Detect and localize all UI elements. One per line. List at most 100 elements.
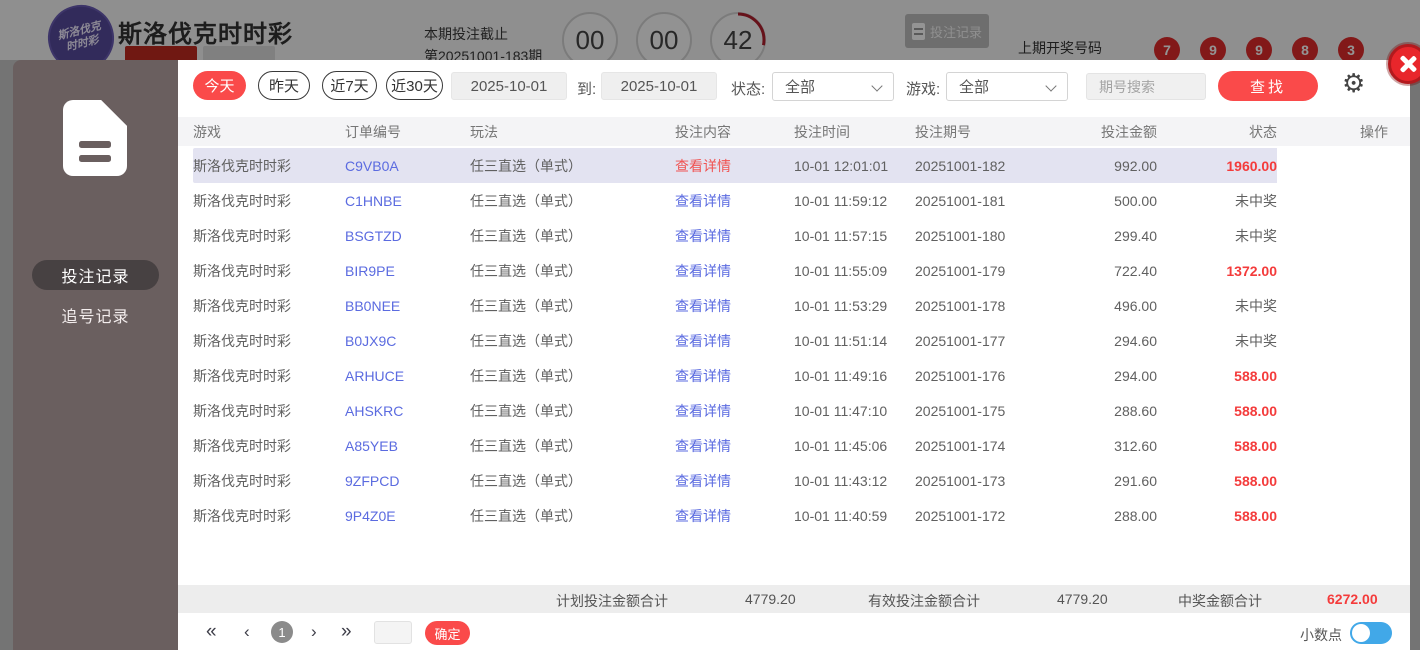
col-action: 操作 — [1360, 123, 1388, 140]
cell-order-link[interactable]: ARHUCE — [345, 368, 470, 384]
cell-order-link[interactable]: C9VB0A — [345, 158, 470, 174]
close-button[interactable] — [1388, 44, 1420, 84]
decimal-toggle-switch[interactable] — [1350, 622, 1392, 644]
view-details-link[interactable]: 查看详情 — [675, 506, 794, 526]
cell-game: 斯洛伐克时时彩 — [193, 262, 291, 279]
cell-status: 588.00 — [1234, 437, 1277, 454]
cell-issue: 20251001-179 — [915, 262, 1006, 279]
cell-status: 1372.00 — [1226, 262, 1277, 279]
sidebar-item-chase-records[interactable]: 追号记录 — [32, 300, 159, 330]
cell-status: 未中奖 — [1235, 297, 1277, 314]
cell-order-link[interactable]: BIR9PE — [345, 263, 470, 279]
view-details-link[interactable]: 查看详情 — [675, 331, 794, 351]
col-issue: 投注期号 — [915, 123, 971, 140]
chevron-down-icon — [871, 80, 883, 92]
date-to-input[interactable] — [601, 72, 717, 100]
table-row: 斯洛伐克时时彩 9ZFPCD 任三直选（单式） 查看详情 10-01 11:43… — [178, 463, 1410, 498]
game-filter-label: 游戏: — [906, 81, 941, 98]
view-details-link[interactable]: 查看详情 — [675, 401, 794, 421]
cell-amount: 299.40 — [1114, 227, 1157, 244]
cell-order-link[interactable]: AHSKRC — [345, 403, 470, 419]
cell-game: 斯洛伐克时时彩 — [193, 437, 291, 454]
pagination-first-button[interactable]: « — [206, 620, 217, 644]
cell-order-link[interactable]: BB0NEE — [345, 298, 470, 314]
modal-sidebar: 投注记录 追号记录 — [13, 60, 178, 650]
cell-issue: 20251001-174 — [915, 437, 1006, 454]
filter-today-button[interactable]: 今天 — [193, 71, 246, 100]
cell-game: 斯洛伐克时时彩 — [193, 367, 291, 384]
view-details-link[interactable]: 查看详情 — [675, 226, 794, 246]
pagination-prev-button[interactable]: ‹ — [244, 620, 250, 644]
view-details-link[interactable]: 查看详情 — [675, 366, 794, 386]
col-order: 订单编号 — [345, 123, 401, 140]
cell-time: 10-01 11:47:10 — [794, 402, 888, 419]
view-details-link[interactable]: 查看详情 — [675, 436, 794, 456]
view-details-link[interactable]: 查看详情 — [675, 156, 794, 176]
cell-play: 任三直选（单式） — [470, 262, 582, 279]
cell-play: 任三直选（单式） — [470, 157, 582, 174]
cell-time: 10-01 11:43:12 — [794, 472, 888, 489]
cell-order-link[interactable]: 9P4Z0E — [345, 508, 470, 524]
game-select[interactable]: 全部 — [946, 72, 1068, 101]
cell-time: 10-01 11:51:14 — [794, 332, 888, 349]
table-row: 斯洛伐克时时彩 C9VB0A 任三直选（单式） 查看详情 10-01 12:01… — [178, 148, 1410, 183]
cell-game: 斯洛伐克时时彩 — [193, 332, 291, 349]
cell-status: 588.00 — [1234, 367, 1277, 384]
cell-amount: 496.00 — [1114, 297, 1157, 314]
page-confirm-button[interactable]: 确定 — [425, 621, 470, 645]
col-game: 游戏 — [193, 123, 221, 140]
cell-order-link[interactable]: B0JX9C — [345, 333, 470, 349]
sidebar-item-bet-records[interactable]: 投注记录 — [32, 260, 159, 290]
cell-status: 588.00 — [1234, 402, 1277, 419]
table-row: 斯洛伐克时时彩 BSGTZD 任三直选（单式） 查看详情 10-01 11:57… — [178, 218, 1410, 253]
view-details-link[interactable]: 查看详情 — [675, 471, 794, 491]
table-row: 斯洛伐克时时彩 C1HNBE 任三直选（单式） 查看详情 10-01 11:59… — [178, 183, 1410, 218]
gear-icon[interactable]: ⚙ — [1342, 68, 1365, 98]
cell-game: 斯洛伐克时时彩 — [193, 472, 291, 489]
cell-order-link[interactable]: C1HNBE — [345, 193, 470, 209]
records-document-icon — [63, 100, 127, 176]
cell-time: 10-01 11:57:15 — [794, 227, 888, 244]
search-button[interactable]: 查找 — [1218, 71, 1318, 101]
filter-30days-button[interactable]: 近30天 — [386, 71, 443, 100]
view-details-link[interactable]: 查看详情 — [675, 296, 794, 316]
cell-time: 10-01 12:01:01 — [794, 157, 889, 174]
cell-time: 10-01 11:55:09 — [794, 262, 888, 279]
table-row: 斯洛伐克时时彩 B0JX9C 任三直选（单式） 查看详情 10-01 11:51… — [178, 323, 1410, 358]
pagination-next-button[interactable]: › — [311, 620, 317, 644]
cell-issue: 20251001-175 — [915, 402, 1006, 419]
pagination-current-page[interactable]: 1 — [271, 621, 293, 643]
status-filter-label: 状态: — [731, 81, 766, 98]
pagination-last-button[interactable]: » — [341, 620, 352, 644]
filter-7days-button[interactable]: 近7天 — [322, 71, 377, 100]
cell-game: 斯洛伐克时时彩 — [193, 297, 291, 314]
issue-search-input[interactable] — [1086, 73, 1206, 100]
cell-issue: 20251001-172 — [915, 507, 1006, 524]
status-select[interactable]: 全部 — [772, 72, 894, 101]
win-total-value: 6272.00 — [1327, 591, 1378, 607]
plan-total-value: 4779.20 — [745, 591, 796, 607]
table-row: 斯洛伐克时时彩 A85YEB 任三直选（单式） 查看详情 10-01 11:45… — [178, 428, 1410, 463]
cell-order-link[interactable]: A85YEB — [345, 438, 470, 454]
cell-amount: 288.00 — [1114, 507, 1157, 524]
cell-order-link[interactable]: 9ZFPCD — [345, 473, 470, 489]
cell-play: 任三直选（单式） — [470, 297, 582, 314]
cell-play: 任三直选（单式） — [470, 402, 582, 419]
cell-time: 10-01 11:53:29 — [794, 297, 888, 314]
view-details-link[interactable]: 查看详情 — [675, 261, 794, 281]
table-body: 斯洛伐克时时彩 C9VB0A 任三直选（单式） 查看详情 10-01 12:01… — [178, 148, 1410, 533]
valid-total-label: 有效投注金额合计 — [868, 593, 980, 609]
cell-status: 588.00 — [1234, 472, 1277, 489]
col-status: 状态 — [1249, 123, 1277, 140]
cell-order-link[interactable]: BSGTZD — [345, 228, 470, 244]
table-row: 斯洛伐克时时彩 AHSKRC 任三直选（单式） 查看详情 10-01 11:47… — [178, 393, 1410, 428]
chevron-down-icon — [1045, 80, 1057, 92]
cell-amount: 500.00 — [1114, 192, 1157, 209]
view-details-link[interactable]: 查看详情 — [675, 191, 794, 211]
cell-issue: 20251001-178 — [915, 297, 1006, 314]
page-jump-input[interactable] — [374, 621, 412, 644]
cell-status: 未中奖 — [1235, 227, 1277, 244]
date-from-input[interactable] — [451, 72, 567, 100]
filter-yesterday-button[interactable]: 昨天 — [258, 71, 310, 100]
cell-game: 斯洛伐克时时彩 — [193, 227, 291, 244]
